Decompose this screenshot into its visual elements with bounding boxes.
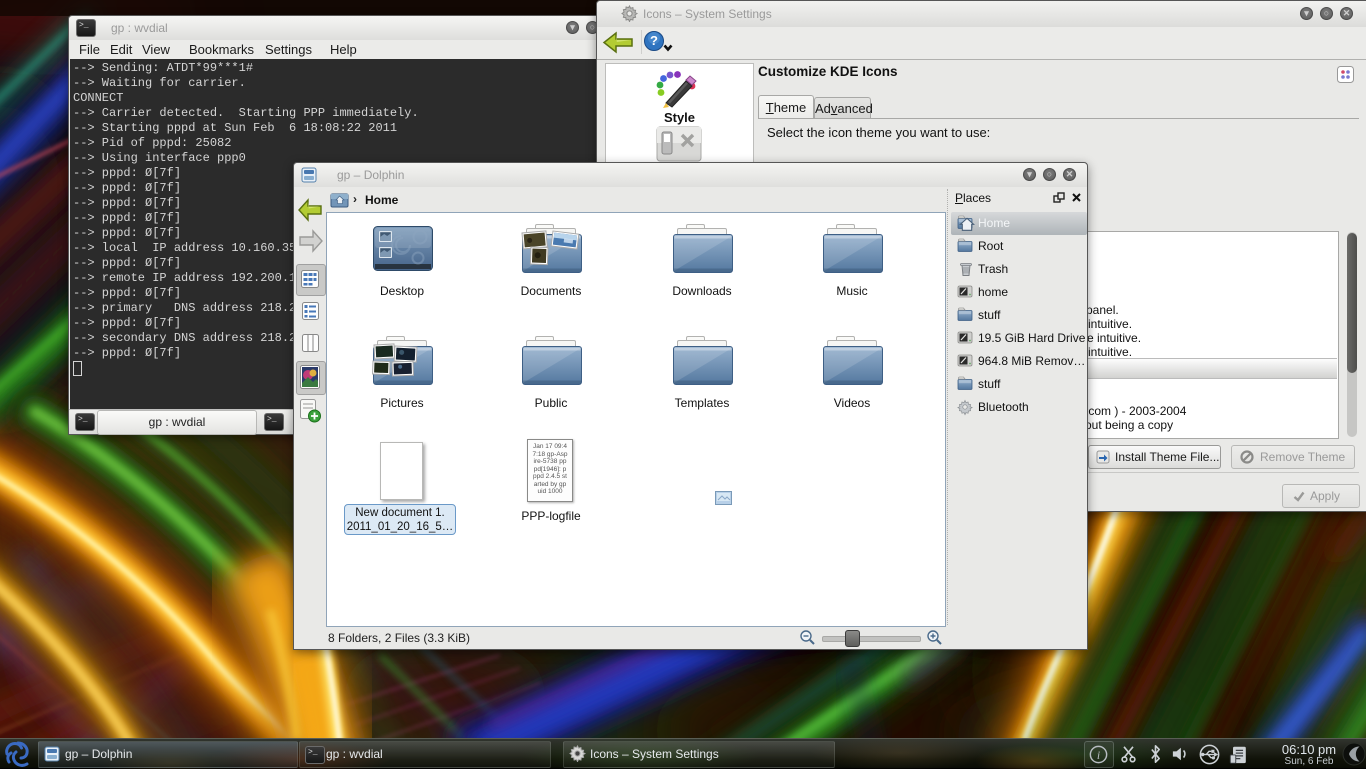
svg-text:i: i — [1097, 749, 1100, 762]
svg-text:?: ? — [650, 33, 658, 48]
